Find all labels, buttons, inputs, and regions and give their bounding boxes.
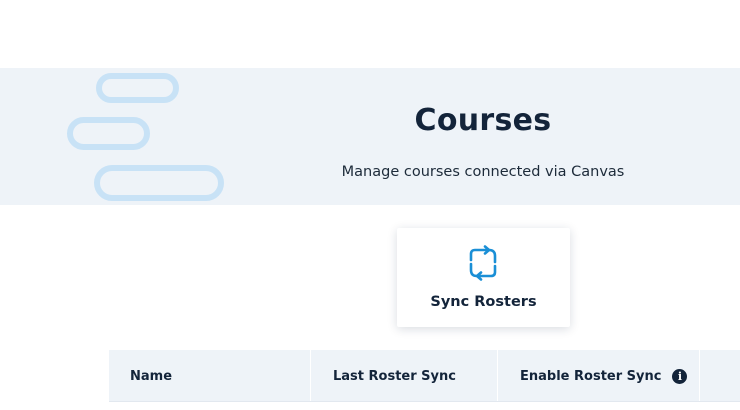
column-header-enable-roster-sync[interactable]: Enable Roster Sync i: [498, 350, 700, 402]
column-header-name-label: Name: [130, 368, 173, 384]
column-header-extra: [700, 350, 740, 402]
decorative-pill-top: [96, 73, 179, 103]
column-header-enable-roster-sync-label: Enable Roster Sync: [520, 368, 662, 384]
column-header-last-roster-sync-label: Last Roster Sync: [333, 368, 456, 384]
courses-page: Courses Manage courses connected via Can…: [0, 0, 740, 410]
page-subtitle: Manage courses connected via Canvas: [341, 164, 625, 180]
table-header-divider: [109, 401, 740, 402]
sync-icon: [469, 245, 497, 281]
sync-rosters-button[interactable]: Sync Rosters: [397, 228, 570, 327]
courses-table-header: Name Last Roster Sync Enable Roster Sync…: [109, 350, 740, 402]
sync-rosters-label: Sync Rosters: [430, 294, 537, 310]
column-header-last-roster-sync[interactable]: Last Roster Sync: [311, 350, 498, 402]
info-icon[interactable]: i: [672, 368, 688, 384]
page-title: Courses: [414, 103, 552, 138]
column-header-name[interactable]: Name: [109, 350, 311, 402]
